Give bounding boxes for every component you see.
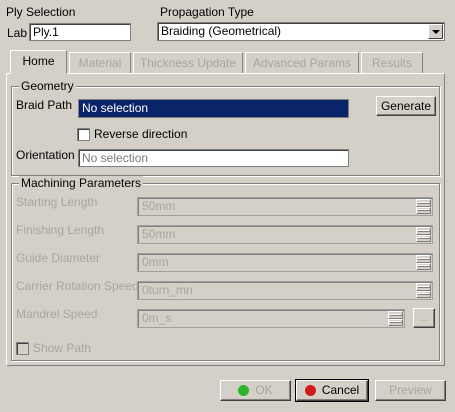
- propagation-type-value: Braiding (Geometrical): [161, 24, 282, 38]
- guide-diameter-label: Guide Diameter: [16, 251, 101, 265]
- lab-label: Lab: [7, 26, 28, 40]
- ply-name-input[interactable]: Ply.1: [29, 23, 131, 41]
- braid-path-field[interactable]: No selection: [78, 99, 349, 118]
- guide-diameter-input[interactable]: 0mm: [137, 253, 433, 272]
- tab-thickness-update[interactable]: Thickness Update: [133, 52, 243, 74]
- carrier-rotation-speed-label: Carrier Rotation Speed: [16, 279, 139, 293]
- guide-diameter-value: 0mm: [142, 255, 169, 269]
- propagation-type-select[interactable]: Braiding (Geometrical): [157, 22, 445, 41]
- cancel-label: Cancel: [321, 383, 360, 397]
- ok-button[interactable]: OK: [220, 380, 291, 401]
- carrier-rotation-speed-value: 0turn_mn: [142, 283, 193, 297]
- tab-results[interactable]: Results: [361, 52, 423, 74]
- finishing-length-label: Finishing Length: [16, 223, 105, 237]
- finishing-length-value: 50mm: [142, 227, 176, 241]
- tab-material[interactable]: Material: [69, 52, 131, 74]
- carrier-rotation-speed-input[interactable]: 0turn_mn: [137, 281, 433, 300]
- ply-selection-label: Ply Selection: [6, 5, 76, 19]
- chevron-down-icon[interactable]: [428, 24, 443, 39]
- starting-length-input[interactable]: 50mm: [137, 197, 433, 216]
- mandrel-speed-input[interactable]: 0m_s: [137, 309, 405, 328]
- generate-button[interactable]: Generate: [376, 96, 436, 116]
- finishing-length-input[interactable]: 50mm: [137, 225, 433, 244]
- tab-advanced-params[interactable]: Advanced Params: [245, 52, 359, 74]
- tab-home[interactable]: Home: [10, 50, 67, 74]
- spinner-icon[interactable]: [416, 227, 431, 242]
- show-path-checkbox[interactable]: [16, 342, 29, 355]
- ok-icon: [238, 385, 250, 396]
- reverse-direction-label: Reverse direction: [94, 127, 188, 141]
- mandrel-speed-label: Mandrel Speed: [16, 307, 98, 321]
- show-path-label: Show Path: [33, 341, 92, 355]
- cancel-icon: [304, 385, 316, 396]
- preview-button[interactable]: Preview: [375, 380, 446, 401]
- spinner-icon[interactable]: [388, 311, 403, 326]
- orientation-field[interactable]: No selection: [78, 149, 349, 167]
- machining-parameters-title: Machining Parameters: [19, 176, 144, 190]
- spinner-icon[interactable]: [416, 199, 431, 214]
- cancel-button[interactable]: Cancel: [295, 379, 369, 402]
- starting-length-value: 50mm: [142, 199, 176, 213]
- reverse-direction-checkbox[interactable]: [77, 128, 90, 141]
- braid-path-label: Braid Path: [16, 98, 73, 112]
- geometry-title: Geometry: [19, 79, 76, 93]
- ok-label: OK: [255, 383, 273, 397]
- mandrel-speed-more-button[interactable]: ...: [413, 308, 435, 328]
- propagation-type-label: Propagation Type: [160, 5, 254, 19]
- starting-length-label: Starting Length: [16, 195, 98, 209]
- orientation-label: Orientation: [16, 148, 75, 162]
- spinner-icon[interactable]: [416, 255, 431, 270]
- spinner-icon[interactable]: [416, 283, 431, 298]
- mandrel-speed-value: 0m_s: [142, 311, 172, 325]
